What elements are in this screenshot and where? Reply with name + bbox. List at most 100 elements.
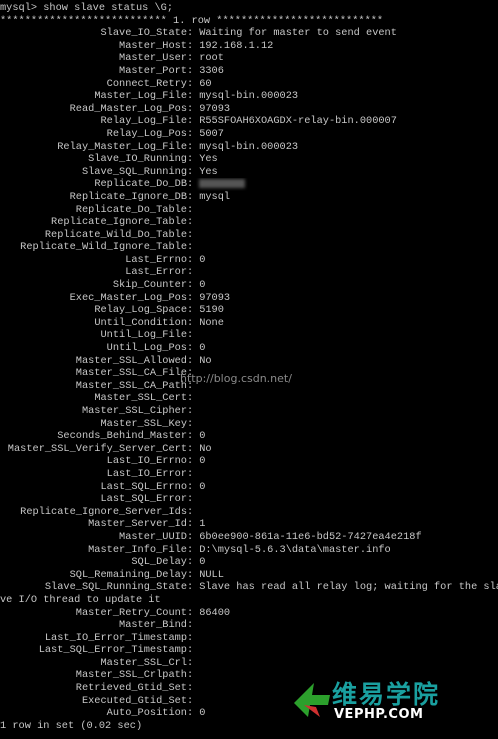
status-field-key: Slave_IO_State [100, 27, 187, 40]
status-field-row: Read_Master_Log_Pos:97093 [0, 103, 498, 116]
status-field-key: Replicate_Wild_Ignore_Table [20, 241, 187, 254]
status-field-row: Master_Info_File: D:\mysql-5.6.3\data\mas… [0, 544, 498, 557]
status-field-value [193, 178, 498, 191]
status-field-value [193, 241, 498, 254]
status-field-key: Master_SSL_Crlpath [75, 669, 187, 682]
status-field-value [193, 392, 498, 405]
status-field-key: Last_IO_Error [106, 467, 187, 480]
status-field-value: mysql [199, 190, 231, 203]
status-field-row: Master_Port:3306 [0, 65, 498, 78]
status-field-key: Master_User [119, 52, 187, 65]
logo-english-text: VEPHP.COM [334, 707, 424, 722]
status-field-row: Slave_IO_State: Waiting for master to sen… [0, 27, 498, 40]
status-field-value [193, 619, 498, 632]
status-field-key: Master_Info_File [88, 543, 187, 556]
status-field-row: Replicate_Ignore_Table: [0, 216, 498, 229]
status-field-key: Last_Errno [125, 253, 187, 266]
status-field-key: SQL_Remaining_Delay [69, 568, 187, 581]
status-field-key: Last_SQL_Error [100, 493, 187, 506]
status-field-row: Replicate_Do_Table: [0, 204, 498, 217]
status-field-value: 0 [199, 279, 206, 292]
status-field-row: Master_Bind: [0, 619, 498, 632]
status-field-key: Until_Log_File [100, 329, 187, 342]
row-header-line: *************************** 1. row *****… [0, 14, 384, 27]
status-field-value: D:\mysql-5.6.3\data\master.info [199, 543, 391, 556]
blog-watermark: http://blog.csdn.net/ [180, 372, 292, 385]
status-field-value: 0 [199, 556, 206, 569]
status-field-value: mysql-bin.000023 [199, 140, 299, 153]
status-field-key: Replicate_Do_DB [94, 178, 187, 191]
status-field-value: Waiting for master to send event [199, 27, 397, 40]
status-field-key: Master_SSL_Key [100, 417, 187, 430]
status-field-row: Master_Server_Id:1 [0, 518, 498, 531]
status-field-key: Master_SSL_CA_Path [75, 379, 187, 392]
status-field-key: SQL_Delay [131, 556, 187, 569]
status-field-value [193, 216, 498, 229]
status-field-value: root [199, 52, 224, 65]
status-field-key: Last_Error [125, 266, 187, 279]
status-field-key: Master_SSL_Verify_Server_Cert [7, 442, 187, 455]
status-field-key: Until_Log_Pos [106, 342, 187, 355]
status-field-key: Read_Master_Log_Pos [69, 102, 187, 115]
status-field-value [193, 329, 498, 342]
status-field-value: 0 [199, 342, 206, 355]
status-field-row: Until_Log_File: [0, 329, 498, 342]
status-field-row: Master_SSL_Cert: [0, 392, 498, 405]
status-field-row: Replicate_Ignore_Server_Ids: [0, 506, 498, 519]
status-field-value: 60 [199, 77, 212, 90]
logo-chinese-text: 维易学院 [332, 680, 441, 709]
status-field-value [193, 229, 498, 242]
status-field-value: Slave has read all relay log; waiting fo… [199, 581, 498, 594]
status-field-value: mysql-bin.000023 [199, 90, 299, 103]
status-field-key: Executed_Gtid_Set [81, 694, 187, 707]
status-field-key: Relay_Master_Log_File [57, 140, 187, 153]
status-field-key: Slave_SQL_Running [81, 165, 187, 178]
status-field-row: Last_IO_Errno:0 [0, 455, 498, 468]
status-field-row: Slave_IO_Running: Yes [0, 153, 498, 166]
status-field-value: 3306 [199, 64, 224, 77]
status-field-key: Master_Log_File [94, 90, 187, 103]
status-field-key: Slave_SQL_Running_State [44, 581, 187, 594]
status-field-row: Relay_Master_Log_File: mysql-bin.000023 [0, 141, 498, 154]
status-field-row: Last_SQL_Errno:0 [0, 481, 498, 494]
vephp-logo: 维易学院 VEPHP.COM [290, 675, 490, 727]
status-field-row: Connect_Retry:60 [0, 78, 498, 91]
status-field-key: Connect_Retry [106, 77, 187, 90]
status-field-value: 97093 [199, 102, 231, 115]
status-field-value: No [199, 354, 212, 367]
status-field-value [193, 644, 498, 657]
status-field-value [193, 657, 498, 670]
status-field-row: Last_IO_Error: [0, 468, 498, 481]
terminal-window[interactable]: mysql> show slave status \G; ***********… [0, 0, 498, 739]
status-field-row: Relay_Log_Space:5190 [0, 304, 498, 317]
status-field-row: Relay_Log_File: R55SFOAH6XOAGDX-relay-bin… [0, 115, 498, 128]
status-field-row: Last_SQL_Error_Timestamp: [0, 644, 498, 657]
status-field-value: 1 [199, 518, 206, 531]
status-field-row: Master_Host:192.168.1.12 [0, 40, 498, 53]
status-field-key: Replicate_Ignore_Server_Ids [20, 505, 187, 518]
status-field-key: Relay_Log_Pos [106, 127, 187, 140]
status-field-key: Relay_Log_File [100, 115, 187, 128]
status-field-value: 0 [199, 480, 206, 493]
status-field-key: Last_SQL_Error_Timestamp [38, 644, 187, 657]
status-field-value: 0 [199, 455, 206, 468]
status-field-value: 192.168.1.12 [199, 39, 274, 52]
status-field-key: Last_SQL_Errno [100, 480, 187, 493]
status-field-key: Master_UUID [119, 530, 187, 543]
status-field-row: Replicate_Do_DB: [0, 178, 498, 191]
status-field-value [193, 493, 498, 506]
status-field-row: Exec_Master_Log_Pos:97093 [0, 292, 498, 305]
status-field-value: 0 [199, 430, 206, 443]
status-field-value [193, 405, 498, 418]
status-field-row: Last_IO_Error_Timestamp: [0, 632, 498, 645]
arrow-logo-icon [294, 683, 330, 717]
status-field-key: Replicate_Ignore_Table [51, 216, 187, 229]
status-field-row: Slave_SQL_Running_State: Slave has read a… [0, 581, 498, 594]
status-field-row: Replicate_Ignore_DB: mysql [0, 191, 498, 204]
status-field-key: Master_Bind [119, 619, 187, 632]
status-field-value: Yes [199, 153, 218, 166]
status-field-row: Master_User: root [0, 52, 498, 65]
status-field-key: Skip_Counter [112, 279, 187, 292]
status-field-key: Master_SSL_Allowed [75, 354, 187, 367]
status-field-key: Master_Retry_Count [75, 606, 187, 619]
